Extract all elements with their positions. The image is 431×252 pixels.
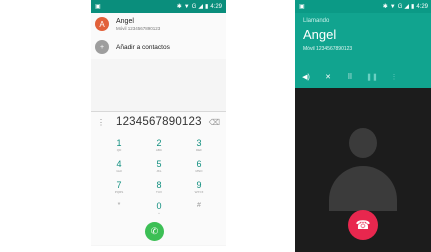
dialpad: ⋮ 1234567890123 ⌫ 1 QD 2 ABC 3 DEF 4 GHI 5 JK…	[91, 112, 226, 245]
key-2[interactable]: 2 ABC	[139, 138, 179, 155]
caller-photo-area: ☎	[295, 88, 431, 252]
contact-subtitle: Móvil 1234567890123	[116, 25, 161, 31]
default-avatar-body	[329, 166, 397, 211]
bluetooth-icon: ✱	[382, 3, 388, 10]
add-to-contacts-label: Añadir a contactos	[116, 43, 170, 51]
wifi-icon: ▼	[389, 3, 396, 10]
key-digit: *	[117, 202, 121, 209]
key-letters: ABC	[155, 148, 163, 152]
call-header: Llamando Angel Móvil 1234567890123 ◀) ✕ …	[295, 13, 431, 88]
phone-icon: ✆	[150, 226, 159, 236]
speaker-icon[interactable]: ◀)	[295, 73, 317, 81]
key-8[interactable]: 8 TUV	[139, 180, 179, 197]
key-6[interactable]: 6 MNO	[179, 159, 219, 176]
key-letters: PQRS	[114, 190, 124, 194]
suggestions-empty-area	[91, 59, 226, 111]
key-0[interactable]: 0 +	[139, 201, 179, 218]
signal-icon: ◢	[198, 3, 203, 10]
bluetooth-icon: ✱	[176, 3, 182, 10]
key-letters: WXYZ	[194, 190, 204, 194]
end-call-icon: ☎	[355, 218, 371, 232]
key-letters: MNO	[195, 169, 203, 173]
caller-name: Angel	[303, 27, 337, 42]
key-letters: GHI	[116, 169, 122, 173]
key-letters: QD	[116, 148, 122, 152]
clock: 4:29	[416, 3, 428, 10]
dialed-number[interactable]: 1234567890123	[109, 116, 209, 128]
key-digit: 2	[156, 138, 162, 148]
key-digit: 4	[116, 159, 122, 169]
status-bar: ▣ ✱ ▼ G ◢ ▮ 4:29	[295, 0, 431, 13]
signal-icon: ◢	[404, 3, 409, 10]
battery-icon: ▮	[205, 3, 209, 10]
caller-number: Móvil 1234567890123	[303, 46, 353, 52]
call-button[interactable]: ✆	[145, 222, 164, 241]
backspace-icon[interactable]: ⌫	[209, 118, 220, 127]
key-1[interactable]: 1 QD	[99, 138, 139, 155]
dialer-screen: ▣ ✱ ▼ G ◢ ▮ 4:29 A Angel Móvil 123456789…	[91, 0, 226, 246]
add-to-contacts-item[interactable]: + Añadir a contactos	[91, 35, 226, 59]
in-call-screen: ▣ ✱ ▼ G ◢ ▮ 4:29 Llamando Angel Móvil 12…	[295, 0, 431, 252]
dialpad-icon[interactable]: ⠿	[339, 73, 361, 81]
overflow-menu-icon[interactable]: ⋮	[97, 118, 109, 127]
hold-icon[interactable]: ❚❚	[361, 73, 383, 81]
network-label: G	[397, 3, 403, 10]
mute-icon[interactable]: ✕	[317, 73, 339, 81]
key-9[interactable]: 9 WXYZ	[179, 180, 219, 197]
battery-icon: ▮	[411, 3, 415, 10]
key-hash[interactable]: #	[179, 201, 219, 218]
key-letters: +	[158, 211, 160, 215]
key-digit: 0	[156, 201, 162, 211]
avatar: A	[95, 17, 109, 31]
key-5[interactable]: 5 JKL	[139, 159, 179, 176]
key-3[interactable]: 3 DEF	[179, 138, 219, 155]
default-avatar-head	[349, 128, 377, 158]
key-digit: 8	[156, 180, 162, 190]
status-bar: ▣ ✱ ▼ G ◢ ▮ 4:29	[91, 0, 226, 13]
key-letters: TUV	[156, 190, 162, 194]
key-star[interactable]: *	[99, 201, 139, 218]
key-4[interactable]: 4 GHI	[99, 159, 139, 176]
notification-icon: ▣	[95, 3, 101, 10]
key-digit: 5	[156, 159, 162, 169]
key-7[interactable]: 7 PQRS	[99, 180, 139, 197]
call-controls: ◀) ✕ ⠿ ❚❚ ⋮	[295, 66, 431, 88]
key-digit: #	[197, 202, 201, 209]
key-digit: 1	[116, 138, 122, 148]
key-digit: 9	[196, 180, 202, 190]
contact-name: Angel	[116, 17, 134, 25]
key-digit: 7	[116, 180, 122, 190]
dialpad-keys: 1 QD 2 ABC 3 DEF 4 GHI 5 JKL 6 MNO 7 PQRS 8 TUV …	[99, 138, 219, 218]
notification-icon: ▣	[299, 3, 305, 10]
call-status: Llamando	[303, 18, 330, 24]
key-digit: 3	[196, 138, 202, 148]
key-letters: DEF	[196, 148, 202, 152]
network-label: G	[191, 3, 197, 10]
wifi-icon: ▼	[183, 3, 190, 10]
number-display: ⋮ 1234567890123 ⌫	[91, 112, 226, 132]
end-call-button[interactable]: ☎	[348, 210, 378, 240]
key-digit: 6	[196, 159, 202, 169]
clock: 4:29	[210, 3, 222, 10]
key-letters: JKL	[156, 169, 162, 173]
add-contact-icon: +	[95, 40, 109, 54]
more-icon[interactable]: ⋮	[383, 73, 405, 81]
contact-suggestion[interactable]: A Angel Móvil 1234567890123	[91, 13, 226, 35]
